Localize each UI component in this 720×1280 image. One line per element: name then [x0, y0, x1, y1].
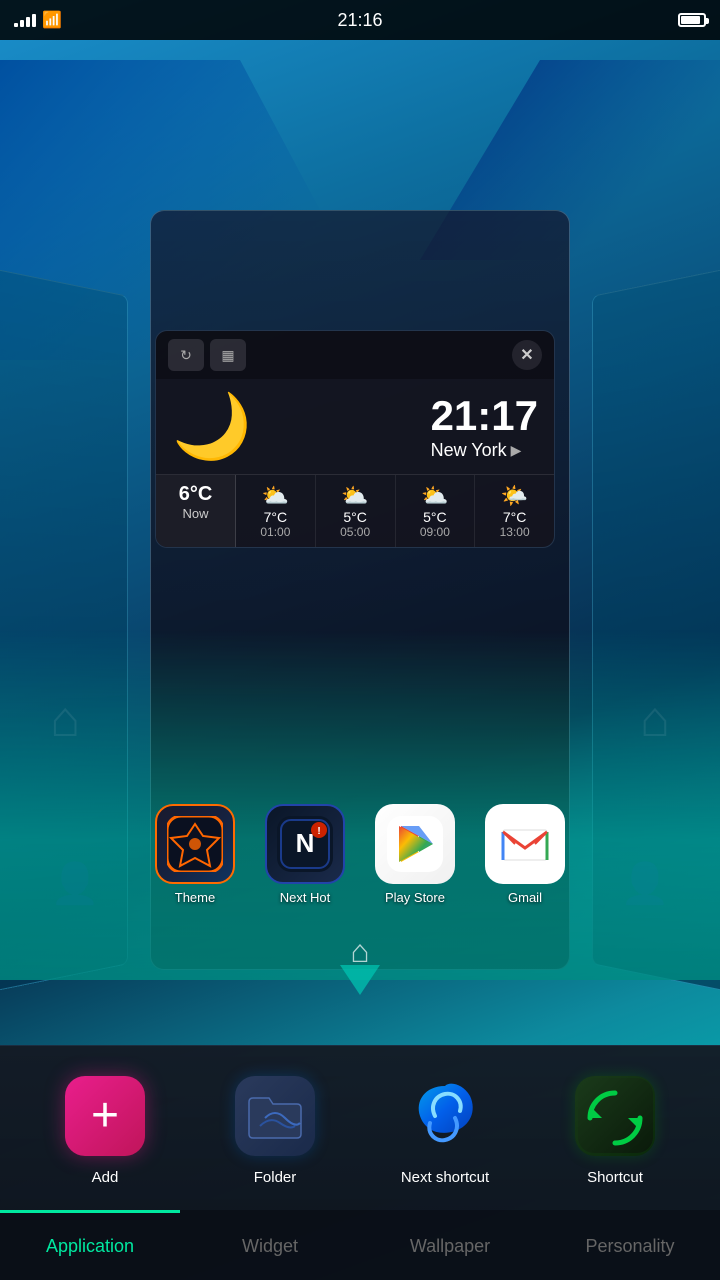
status-right: [678, 13, 706, 27]
wifi-icon: 📶: [42, 10, 62, 30]
forecast-time-0: 01:00: [260, 525, 290, 539]
forecast-time-3: 13:00: [500, 525, 530, 539]
tab-widget[interactable]: Widget: [180, 1210, 360, 1280]
app-icon-theme[interactable]: Theme: [155, 804, 235, 905]
playstore-icon: [375, 804, 455, 884]
forecast-current-label: Now: [182, 506, 208, 521]
nextshortcut-label: Next shortcut: [401, 1169, 489, 1186]
tab-wallpaper[interactable]: Wallpaper: [360, 1210, 540, 1280]
dock-shortcut[interactable]: Shortcut: [570, 1071, 660, 1186]
shortcut-icon-wrap: [570, 1071, 660, 1161]
bottom-nav: Application Widget Wallpaper Personality: [0, 1210, 720, 1280]
forecast-icon-1: ⛅: [341, 483, 368, 509]
tab-personality[interactable]: Personality: [540, 1210, 720, 1280]
forecast-time-1: 05:00: [340, 525, 370, 539]
dock-add[interactable]: + Add: [60, 1071, 150, 1186]
statusbar: 📶 21:16: [0, 0, 720, 40]
add-icon: +: [65, 1076, 145, 1156]
folder-icon-wrap: [230, 1071, 320, 1161]
bottom-dock: + Add Folder: [0, 1045, 720, 1210]
weather-clock: 21:17: [431, 392, 538, 440]
refresh-button[interactable]: ↻: [168, 339, 204, 371]
shortcut-label: Shortcut: [587, 1169, 643, 1186]
forecast-now: 6°C Now: [156, 475, 236, 547]
app-icon-playstore[interactable]: Play Store: [375, 804, 455, 905]
ghost-home-right: ⌂: [640, 690, 670, 748]
status-left: 📶: [14, 10, 62, 30]
weather-condition-icon: 🌙: [172, 389, 252, 464]
weather-header: ↻ ▦ ✕: [156, 331, 554, 379]
shortcut-icon: [575, 1076, 655, 1156]
theme-label: Theme: [175, 890, 215, 905]
app-icon-nexthot[interactable]: N ! Next Hot: [265, 804, 345, 905]
theme-icon: [155, 804, 235, 884]
weather-forecast: 6°C Now ⛅ 7°C 01:00 ⛅ 5°C 05:00 ⛅ 5°C 09…: [156, 474, 554, 547]
dock-folder[interactable]: Folder: [230, 1071, 320, 1186]
nextshortcut-icon-wrap: [400, 1071, 490, 1161]
forecast-temp-2: 5°C: [423, 509, 447, 525]
close-button[interactable]: ✕: [512, 340, 542, 370]
folder-label: Folder: [254, 1169, 297, 1186]
forecast-item-3: 🌤️ 7°C 13:00: [475, 475, 554, 547]
dock-nextshortcut[interactable]: Next shortcut: [400, 1071, 490, 1186]
weather-main: 🌙 21:17 New York ▶: [156, 379, 554, 474]
nextshortcut-icon: [405, 1076, 485, 1156]
nexthot-icon: N !: [265, 804, 345, 884]
tab-application[interactable]: Application: [0, 1210, 180, 1280]
battery-icon: [678, 13, 706, 27]
playstore-label: Play Store: [385, 890, 445, 905]
gmail-icon: [485, 804, 565, 884]
add-icon-wrap: +: [60, 1071, 150, 1161]
forecast-icon-2: ⛅: [421, 483, 448, 509]
weather-controls: ↻ ▦: [168, 339, 246, 371]
app-icons-row: Theme N ! Next Hot: [0, 804, 720, 905]
forecast-time-2: 09:00: [420, 525, 450, 539]
forecast-icon-0: ⛅: [262, 483, 289, 509]
download-indicator: [340, 965, 380, 1002]
weather-time-location: 21:17 New York ▶: [431, 392, 538, 461]
signal-icon: [14, 14, 36, 27]
forecast-temp-1: 5°C: [343, 509, 367, 525]
folder-icon: [235, 1076, 315, 1156]
forecast-temp-0: 7°C: [264, 509, 288, 525]
forecast-item-1: ⛅ 5°C 05:00: [316, 475, 396, 547]
svg-text:!: !: [317, 826, 320, 837]
forecast-icon-3: 🌤️: [501, 483, 528, 509]
chart-button[interactable]: ▦: [210, 339, 246, 371]
app-icon-gmail[interactable]: Gmail: [485, 804, 565, 905]
forecast-current-temp: 6°C: [179, 483, 213, 506]
weather-location: New York ▶: [431, 440, 538, 461]
weather-widget: ↻ ▦ ✕ 🌙 21:17 New York ▶ 6°C Now ⛅ 7°C 0…: [155, 330, 555, 548]
nexthot-label: Next Hot: [280, 890, 331, 905]
status-time: 21:16: [337, 10, 382, 31]
forecast-temp-3: 7°C: [503, 509, 527, 525]
forecast-item-0: ⛅ 7°C 01:00: [236, 475, 316, 547]
gmail-label: Gmail: [508, 890, 542, 905]
forecast-item-2: ⛅ 5°C 09:00: [396, 475, 476, 547]
ghost-home-left: ⌂: [50, 690, 80, 748]
add-label: Add: [92, 1169, 119, 1186]
